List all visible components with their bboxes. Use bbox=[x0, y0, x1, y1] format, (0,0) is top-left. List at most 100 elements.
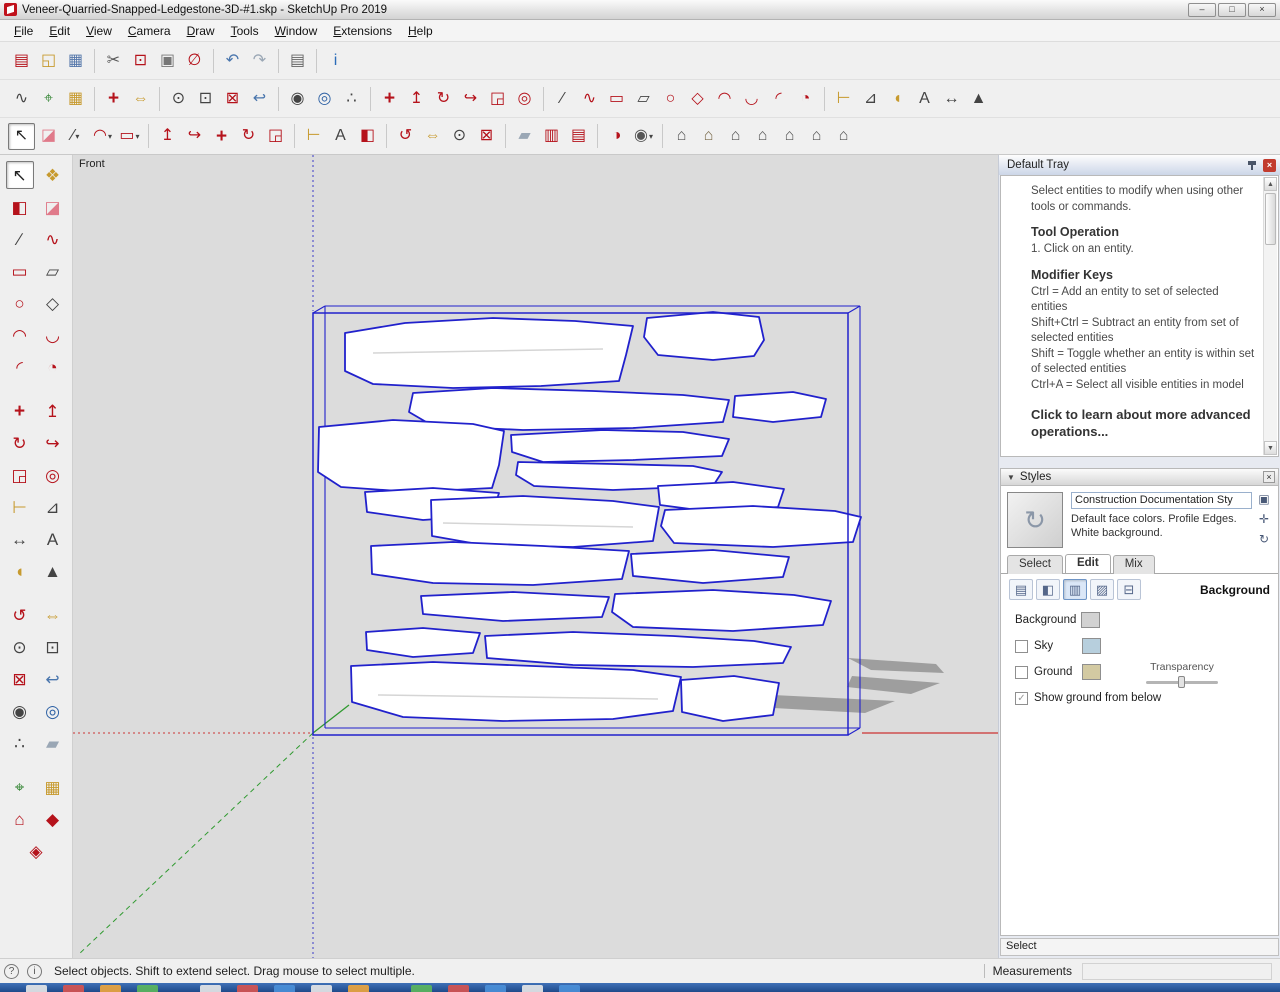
pan-icon[interactable]: ⇔ bbox=[39, 601, 67, 629]
face-settings-icon[interactable]: ◧ bbox=[1036, 579, 1060, 600]
tape-measure-icon[interactable]: ⊢ bbox=[6, 493, 34, 521]
follow-me-icon[interactable]: ↪ bbox=[181, 123, 208, 150]
menu-edit[interactable]: Edit bbox=[41, 21, 78, 41]
tab-edit[interactable]: Edit bbox=[1065, 554, 1111, 573]
windows-taskbar[interactable] bbox=[0, 983, 1280, 992]
zoom-icon[interactable]: ⊙ bbox=[446, 123, 473, 150]
erase-icon[interactable]: ∅ bbox=[181, 47, 208, 74]
line-icon[interactable]: ∕ bbox=[6, 225, 34, 253]
zoom-extents-icon[interactable]: ⊠ bbox=[219, 85, 246, 112]
bottom-view-icon[interactable]: ⌂ bbox=[830, 123, 857, 150]
shapes-icon[interactable]: ▭▾ bbox=[116, 123, 143, 150]
rotated-rectangle-icon[interactable]: ▱ bbox=[39, 257, 67, 285]
taskbar-item[interactable] bbox=[448, 985, 469, 992]
scroll-thumb[interactable] bbox=[1265, 193, 1276, 245]
circle-icon[interactable]: ○ bbox=[657, 85, 684, 112]
zoom-extents-icon[interactable]: ⊠ bbox=[473, 123, 500, 150]
taskbar-item[interactable] bbox=[348, 985, 369, 992]
instructor-scrollbar[interactable]: ▲ ▼ bbox=[1263, 177, 1277, 455]
right-view-icon[interactable]: ⌂ bbox=[749, 123, 776, 150]
open-icon[interactable]: ◱ bbox=[35, 47, 62, 74]
circle-icon[interactable]: ○ bbox=[6, 289, 34, 317]
pie-icon[interactable]: ◔ bbox=[792, 85, 819, 112]
help-icon[interactable]: ? bbox=[4, 964, 19, 979]
cut-icon[interactable]: ✂ bbox=[100, 47, 127, 74]
dropdown-arrow-icon[interactable]: ▾ bbox=[649, 132, 653, 141]
select-icon[interactable]: ↖ bbox=[8, 123, 35, 150]
shadows-icon[interactable]: ◑ bbox=[603, 123, 630, 150]
line-icon[interactable]: ∕▾ bbox=[62, 123, 89, 150]
orbit-icon[interactable]: ↺ bbox=[6, 601, 34, 629]
top-view-icon[interactable]: ⌂ bbox=[695, 123, 722, 150]
freehand-draw-icon[interactable]: ∿ bbox=[576, 85, 603, 112]
arc-icon[interactable]: ◠ bbox=[711, 85, 738, 112]
polygon-icon[interactable]: ◇ bbox=[684, 85, 711, 112]
show-ground-checkbox[interactable]: ✓ bbox=[1015, 692, 1028, 705]
text-icon[interactable]: A bbox=[327, 123, 354, 150]
three-point-arc-icon[interactable]: ◜ bbox=[765, 85, 792, 112]
scale-icon[interactable]: ◲ bbox=[262, 123, 289, 150]
zoom-window-icon[interactable]: ⊡ bbox=[39, 633, 67, 661]
scale-icon[interactable]: ◲ bbox=[6, 461, 34, 489]
tape-measure-icon[interactable]: ⊢ bbox=[830, 85, 857, 112]
protractor-icon[interactable]: ◖ bbox=[884, 85, 911, 112]
style-thumbnail[interactable]: ↻ bbox=[1007, 492, 1063, 548]
slider-thumb[interactable] bbox=[1178, 676, 1185, 688]
three-d-warehouse-icon[interactable]: ⌂ bbox=[6, 805, 34, 833]
save-icon[interactable]: ▦ bbox=[62, 47, 89, 74]
paint-bucket-icon[interactable]: ◧ bbox=[6, 193, 34, 221]
follow-me-icon[interactable]: ↪ bbox=[39, 429, 67, 457]
ground-checkbox[interactable] bbox=[1015, 666, 1028, 679]
push-pull-icon[interactable]: ↥ bbox=[403, 85, 430, 112]
zoom-extents-icon[interactable]: ⊠ bbox=[6, 665, 34, 693]
taskbar-item[interactable] bbox=[200, 985, 221, 992]
rotate-icon[interactable]: ↻ bbox=[6, 429, 34, 457]
taskbar-item[interactable] bbox=[411, 985, 432, 992]
front-view-icon[interactable]: ⌂ bbox=[722, 123, 749, 150]
menu-view[interactable]: View bbox=[78, 21, 120, 41]
collapse-icon[interactable]: ▼ bbox=[1007, 473, 1015, 482]
zoom-previous-icon[interactable]: ↩ bbox=[246, 85, 273, 112]
text-icon[interactable]: A bbox=[39, 525, 67, 553]
scale-icon[interactable]: ◲ bbox=[484, 85, 511, 112]
walk-icon[interactable]: ∴ bbox=[6, 729, 34, 757]
position-camera-icon[interactable]: ◉ bbox=[6, 697, 34, 725]
add-location-icon[interactable]: ⌖ bbox=[35, 85, 62, 112]
three-point-arc-icon[interactable]: ◜ bbox=[6, 353, 34, 381]
offset-icon[interactable]: ◎ bbox=[39, 461, 67, 489]
advanced-operations-link[interactable]: Click to learn about more advanced opera… bbox=[1031, 407, 1256, 441]
styles-panel-header[interactable]: ▼ Styles × bbox=[1001, 469, 1278, 486]
push-pull-icon[interactable]: ↥ bbox=[154, 123, 181, 150]
protractor-icon[interactable]: ◖ bbox=[6, 557, 34, 585]
redo-icon[interactable]: ↷ bbox=[246, 47, 273, 74]
move-icon[interactable]: + bbox=[208, 123, 235, 150]
styles-close-icon[interactable]: × bbox=[1263, 471, 1275, 483]
section-display-icon[interactable]: ▥ bbox=[538, 123, 565, 150]
look-around-icon[interactable]: ◎ bbox=[311, 85, 338, 112]
model-info-icon[interactable]: i bbox=[322, 47, 349, 74]
tray-close-icon[interactable]: × bbox=[1263, 159, 1276, 172]
arc-icon[interactable]: ◠▾ bbox=[89, 123, 116, 150]
background-settings-icon[interactable]: ▥ bbox=[1063, 579, 1087, 600]
create-style-icon[interactable]: ✛ bbox=[1256, 512, 1272, 528]
viewport[interactable]: Front bbox=[73, 155, 998, 958]
scroll-down-icon[interactable]: ▼ bbox=[1264, 441, 1277, 455]
taskbar-item[interactable] bbox=[100, 985, 121, 992]
three-d-text-icon[interactable]: ▲ bbox=[965, 85, 992, 112]
pie-icon[interactable]: ◔ bbox=[39, 353, 67, 381]
eraser-icon[interactable]: ◪ bbox=[35, 123, 62, 150]
freehand-icon[interactable]: ∿ bbox=[39, 225, 67, 253]
section-plane-icon[interactable]: ▰ bbox=[39, 729, 67, 757]
rotate-icon[interactable]: ↻ bbox=[430, 85, 457, 112]
rectangle-icon[interactable]: ▭ bbox=[6, 257, 34, 285]
update-style-icon[interactable]: ↻ bbox=[1256, 532, 1272, 548]
maximize-button[interactable]: □ bbox=[1218, 3, 1246, 17]
menu-help[interactable]: Help bbox=[400, 21, 441, 41]
position-camera-icon[interactable]: ◉ bbox=[284, 85, 311, 112]
move-icon[interactable]: + bbox=[6, 397, 34, 425]
walk-icon[interactable]: ∴ bbox=[338, 85, 365, 112]
menu-file[interactable]: File bbox=[6, 21, 41, 41]
menu-draw[interactable]: Draw bbox=[179, 21, 223, 41]
background-color-swatch[interactable] bbox=[1081, 612, 1100, 628]
tab-mix[interactable]: Mix bbox=[1113, 555, 1155, 574]
